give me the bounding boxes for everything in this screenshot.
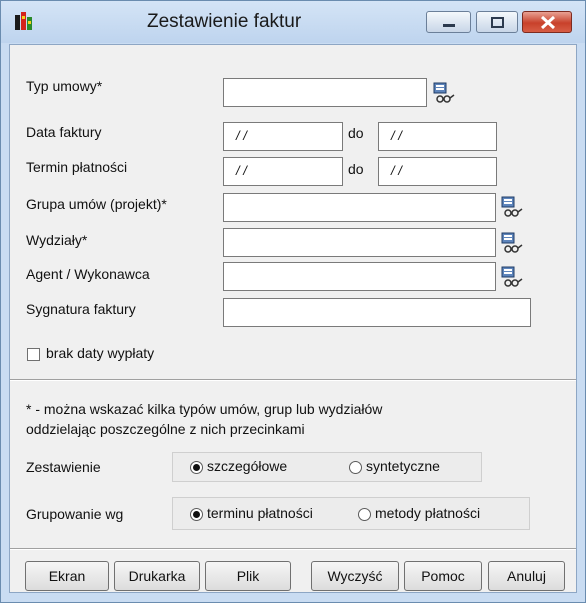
typ-umowy-label: Typ umowy* (26, 78, 103, 94)
do-label: do (348, 161, 364, 177)
app-icon (15, 12, 32, 30)
agent-label: Agent / Wykonawca (26, 266, 150, 282)
radio-termin-label[interactable]: terminu płatności (207, 505, 313, 521)
radio-syntetyczne[interactable] (349, 461, 362, 474)
maximize-button[interactable] (476, 11, 518, 33)
ekran-button[interactable]: Ekran (25, 561, 109, 591)
wyczysc-button[interactable]: Wyczyść (311, 561, 399, 591)
agent-input[interactable] (223, 262, 496, 291)
radio-termin[interactable] (190, 508, 203, 521)
plik-button[interactable]: Plik (205, 561, 291, 591)
radio-metody[interactable] (358, 508, 371, 521)
sygnatura-label: Sygnatura faktury (26, 301, 136, 317)
separator (10, 379, 576, 381)
close-button[interactable] (522, 11, 572, 33)
anuluj-button[interactable]: Anuluj (488, 561, 565, 591)
help-note-line: oddzielając poszczególne z nich przecink… (26, 421, 305, 437)
radio-szczegolowe-label[interactable]: szczegółowe (207, 458, 287, 474)
grupa-umow-label: Grupa umów (projekt)* (26, 196, 167, 212)
termin-platnosci-to-input[interactable]: / / (378, 157, 497, 186)
picker-icon[interactable] (432, 81, 456, 105)
separator (10, 548, 576, 550)
wydzialy-label: Wydziały* (26, 232, 88, 248)
radio-syntetyczne-label[interactable]: syntetyczne (366, 458, 440, 474)
picker-icon[interactable] (500, 265, 524, 289)
drukarka-button[interactable]: Drukarka (114, 561, 200, 591)
do-label: do (348, 125, 364, 141)
zestawienie-label: Zestawienie (26, 459, 101, 475)
minimize-icon (443, 24, 455, 27)
brak-daty-checkbox[interactable] (27, 348, 40, 361)
radio-metody-label[interactable]: metody płatności (375, 505, 480, 521)
grupa-umow-input[interactable] (223, 193, 496, 222)
grupowanie-label: Grupowanie wg (26, 506, 124, 522)
maximize-icon (491, 17, 504, 28)
dialog-window: Zestawienie faktur Typ umowy* Data faktu… (0, 0, 586, 603)
help-note: * - można wskazać kilka typów umów, grup… (26, 399, 546, 439)
brak-daty-label: brak daty wypłaty (46, 345, 155, 361)
picker-icon[interactable] (500, 195, 524, 219)
picker-icon[interactable] (500, 231, 524, 255)
termin-platnosci-from-input[interactable]: / / (223, 157, 343, 186)
title-bar[interactable]: Zestawienie faktur (1, 1, 585, 43)
wydzialy-input[interactable] (223, 228, 496, 257)
minimize-button[interactable] (426, 11, 471, 33)
data-faktury-from-input[interactable]: / / (223, 122, 343, 151)
help-note-line: * - można wskazać kilka typów umów, grup… (26, 401, 383, 417)
window-title: Zestawienie faktur (147, 11, 302, 32)
data-faktury-to-input[interactable]: / / (378, 122, 497, 151)
close-icon (540, 15, 556, 30)
termin-platnosci-label: Termin płatności (26, 159, 128, 175)
pomoc-button[interactable]: Pomoc (404, 561, 482, 591)
data-faktury-label: Data faktury (26, 124, 102, 140)
sygnatura-input[interactable] (223, 298, 531, 327)
typ-umowy-input[interactable] (223, 78, 427, 107)
dialog-body: Typ umowy* Data faktury / / do / / Termi… (9, 44, 577, 593)
radio-szczegolowe[interactable] (190, 461, 203, 474)
